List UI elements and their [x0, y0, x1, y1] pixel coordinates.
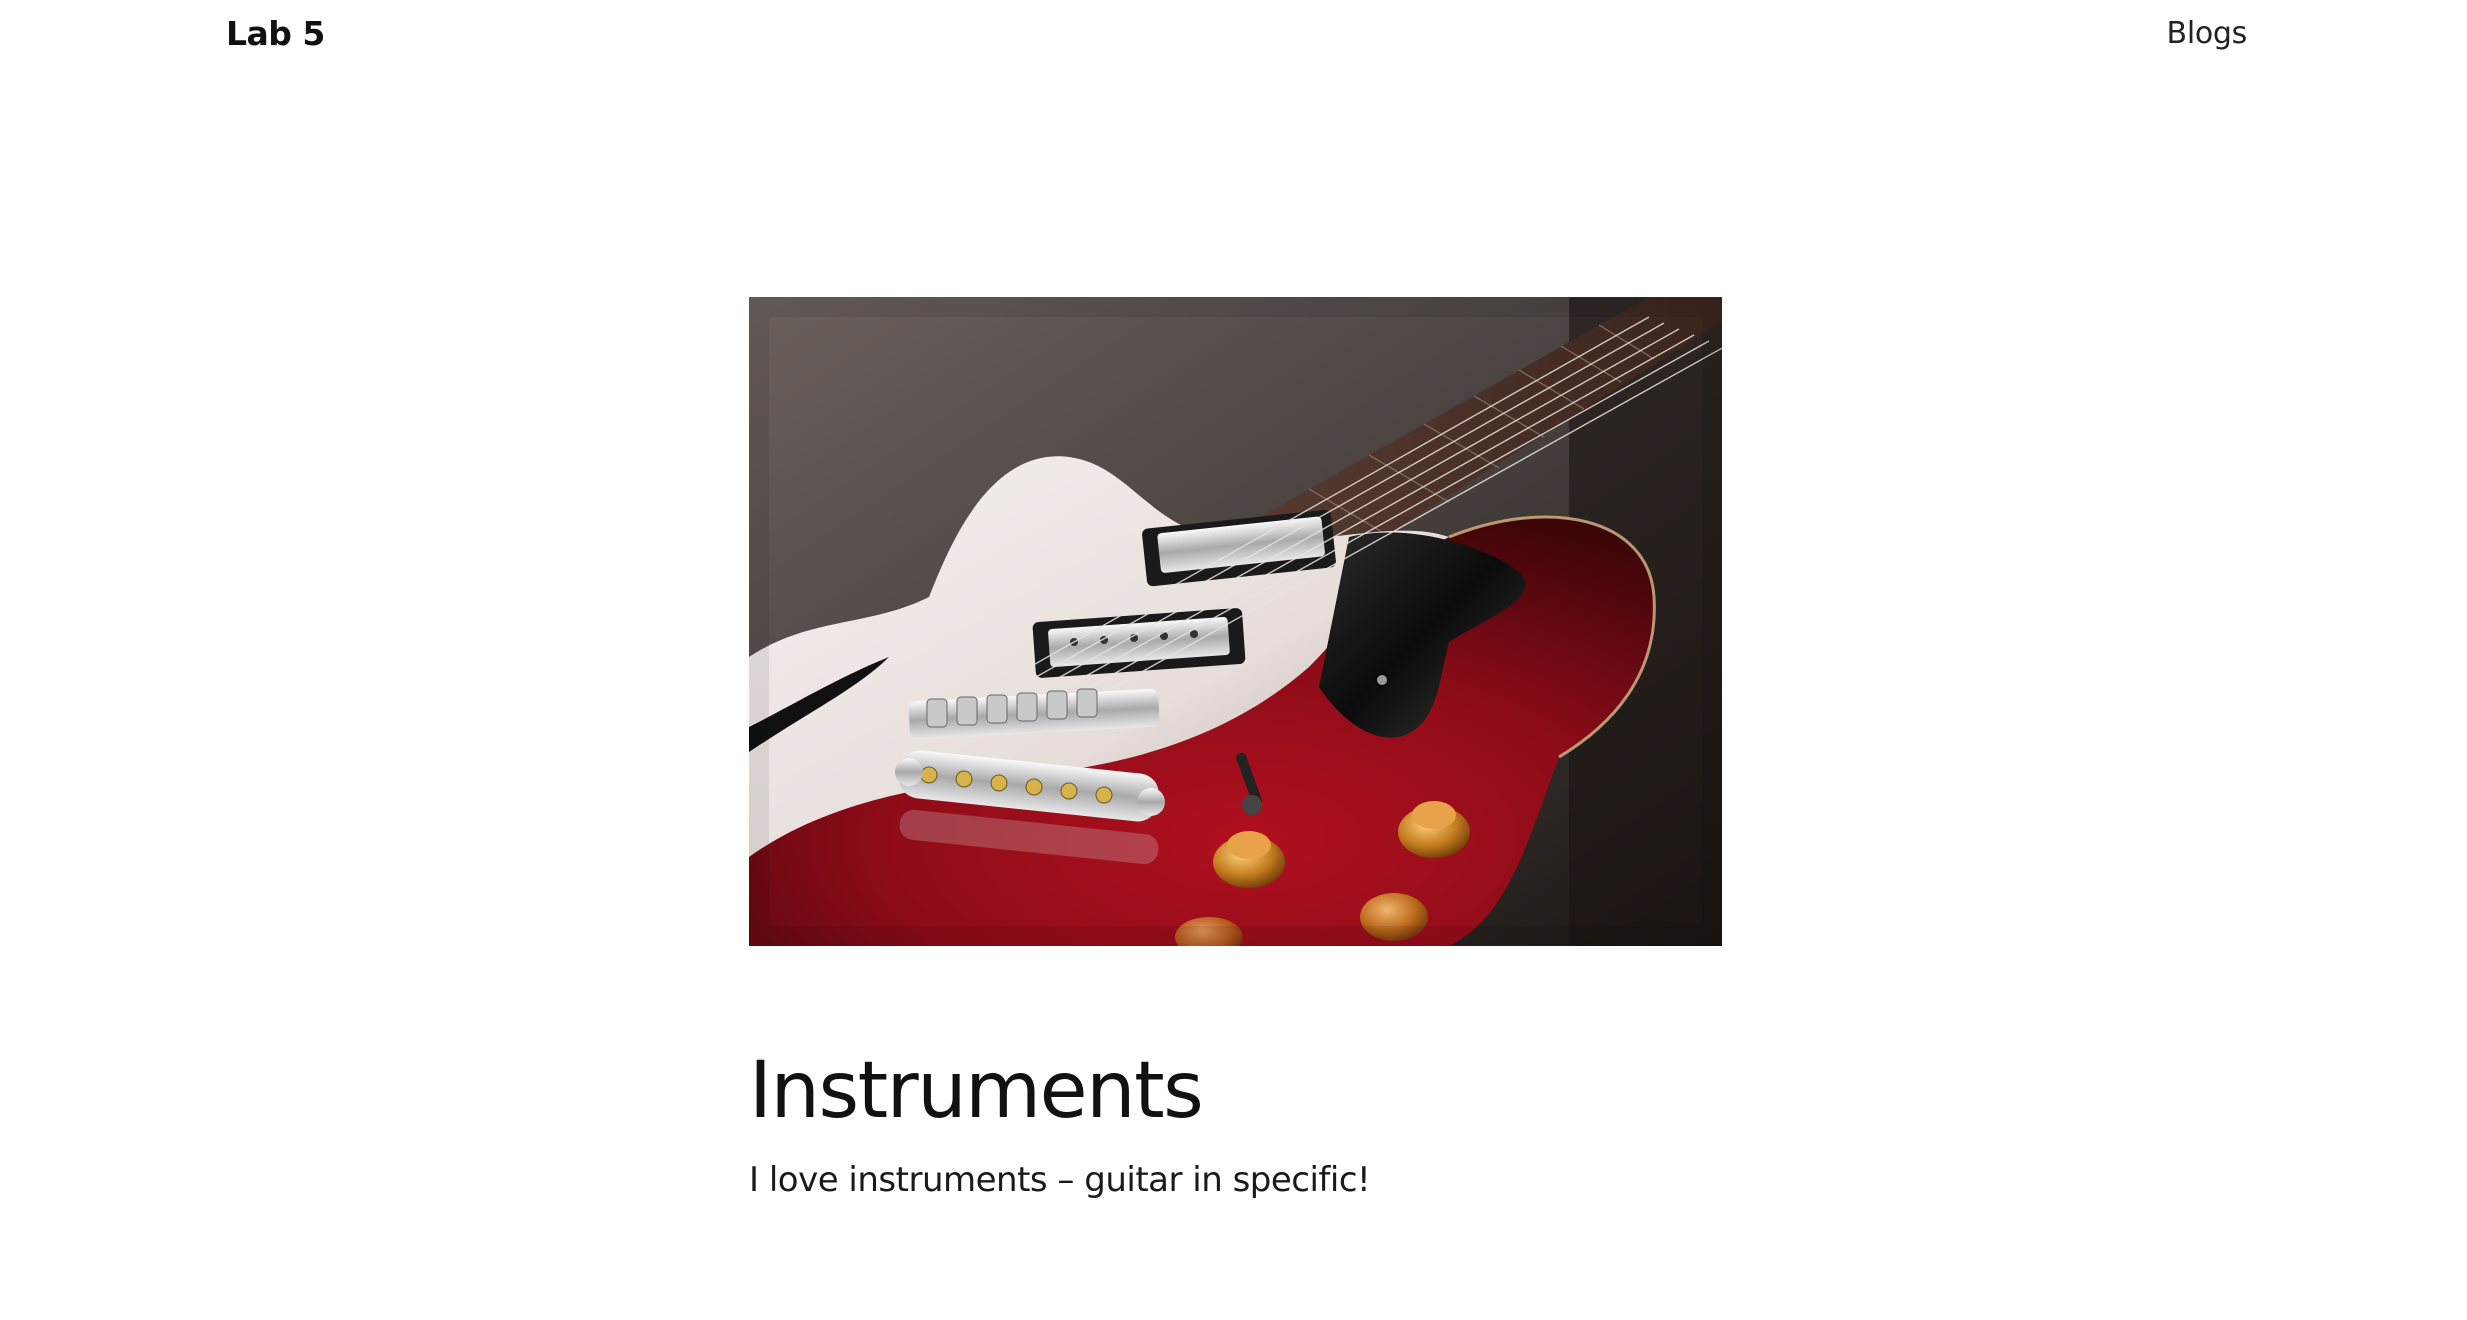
- page: Lab 5 Blogs Instruments I love instrumen…: [0, 0, 2467, 1320]
- guitar-hero-image: [749, 297, 1722, 946]
- blog-post: Instruments I love instruments – guitar …: [749, 297, 1722, 1203]
- post-description: I love instruments – guitar in specific!: [749, 1160, 1371, 1200]
- site-header: Lab 5 Blogs: [0, 0, 2467, 70]
- nav-link-blogs[interactable]: Blogs: [2167, 12, 2248, 56]
- brand-logo-link[interactable]: Lab 5: [226, 12, 325, 56]
- post-title: Instruments: [749, 1046, 1204, 1136]
